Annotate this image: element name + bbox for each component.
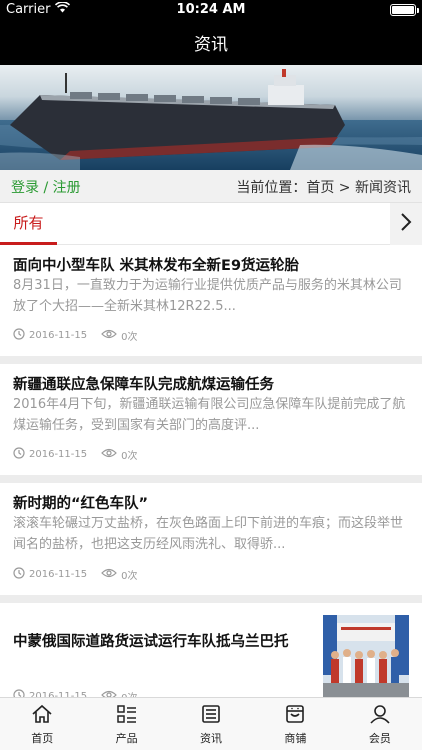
category-tabs: 所有: [0, 203, 422, 245]
eye-icon: [101, 690, 117, 697]
app-root: Carrier 10:24 AM 资讯 登录 / 注册 当前位置：首页 > 新闻…: [0, 0, 422, 750]
article-meta: 2016-11-15 0次: [13, 328, 138, 343]
tab-products-label: 产品: [115, 732, 138, 745]
tab-member[interactable]: 会员: [338, 698, 422, 750]
article-thumbnail: [323, 615, 409, 697]
page-title: 资讯: [194, 35, 228, 55]
tabs-more-button[interactable]: [390, 203, 422, 245]
article-summary: 滚滚车轮碾过万丈盐桥，在灰色路面上印下前进的车痕；而这段举世闻名的盐桥，也把这支…: [13, 516, 404, 552]
tab-shop[interactable]: 商铺: [253, 698, 337, 750]
clock-icon: [13, 447, 25, 462]
view-count: 0次: [121, 571, 138, 582]
banner-image: [0, 65, 422, 170]
auth-separator: /: [39, 180, 53, 196]
view-count: 0次: [121, 451, 138, 462]
article-meta: 2016-11-15 0次: [13, 447, 138, 462]
login-link[interactable]: 登录: [11, 180, 39, 196]
tab-news[interactable]: 资讯: [169, 698, 253, 750]
register-link[interactable]: 注册: [53, 180, 81, 196]
article-date: 2016-11-15: [29, 569, 88, 580]
clock: 10:24 AM: [176, 2, 246, 17]
home-icon: [31, 704, 53, 730]
article-views: 0次: [101, 689, 138, 697]
article-item[interactable]: 中蒙俄国际道路货运试运行车队抵乌兰巴托 2016-11-15: [0, 603, 422, 697]
tab-member-label: 会员: [368, 732, 391, 745]
article-title[interactable]: 面向中小型车队 米其林发布全新E9货运轮胎: [13, 254, 299, 275]
status-bar: Carrier 10:24 AM: [0, 0, 422, 20]
breadcrumb: 登录 / 注册 当前位置：首页 > 新闻资讯: [0, 170, 422, 203]
article-date: 2016-11-15: [29, 330, 88, 341]
article-item[interactable]: 新疆通联应急保障车队完成航煤运输任务 2016年4月下旬，新疆通联运输有限公司应…: [0, 364, 422, 483]
article-meta: 2016-11-15 0次: [13, 567, 138, 582]
article-item[interactable]: 新时期的“红色车队” 滚滚车轮碾过万丈盐桥，在灰色路面上印下前进的车痕；而这段举…: [0, 483, 422, 603]
chevron-right-icon: [400, 212, 412, 236]
tab-shop-label: 商铺: [284, 732, 307, 745]
article-item[interactable]: 面向中小型车队 米其林发布全新E9货运轮胎 8月31日，一直致力于为运输行业提供…: [0, 245, 422, 364]
article-date: 2016-11-15: [29, 449, 88, 460]
nav-bar: 资讯: [0, 20, 422, 65]
tab-all[interactable]: 所有: [0, 203, 57, 245]
eye-icon: [101, 448, 117, 461]
view-count: 0次: [121, 332, 138, 343]
clock-icon: [13, 689, 25, 697]
eye-icon: [101, 568, 117, 581]
article-meta: 2016-11-15 0次: [13, 689, 138, 697]
article-views: 0次: [101, 328, 138, 343]
member-icon: [369, 704, 391, 730]
auth-links: 登录 / 注册: [11, 177, 81, 197]
article-summary: 8月31日，一直致力于为运输行业提供优质产品与服务的米其林公司放了个大招——全新…: [13, 278, 402, 314]
battery-icon: [390, 4, 419, 16]
cargo-ship-illustration: [0, 69, 422, 170]
clock-icon: [13, 567, 25, 582]
tab-products[interactable]: 产品: [84, 698, 168, 750]
article-summary: 2016年4月下旬，新疆通联运输有限公司应急保障车队提前完成了航煤运输任务，受到…: [13, 397, 406, 433]
article-list: 面向中小型车队 米其林发布全新E9货运轮胎 8月31日，一直致力于为运输行业提供…: [0, 245, 422, 697]
clock-icon: [13, 328, 25, 343]
group-photo-illustration: [323, 615, 409, 697]
article-views: 0次: [101, 567, 138, 582]
bottom-tab-bar: 首页 产品 资讯 商铺 会员: [0, 697, 422, 750]
tab-home[interactable]: 首页: [0, 698, 84, 750]
shop-icon: [284, 704, 306, 730]
tab-news-label: 资讯: [200, 732, 223, 745]
article-views: 0次: [101, 447, 138, 462]
article-title[interactable]: 中蒙俄国际道路货运试运行车队抵乌兰巴托: [13, 630, 289, 651]
current-position: 当前位置：首页 > 新闻资讯: [236, 180, 411, 196]
article-title[interactable]: 新疆通联应急保障车队完成航煤运输任务: [13, 373, 274, 394]
product-grid-icon: [116, 704, 138, 730]
view-count: 0次: [121, 689, 137, 697]
article-title[interactable]: 新时期的“红色车队”: [13, 492, 148, 513]
tab-home-label: 首页: [31, 732, 54, 745]
news-icon: [200, 704, 222, 730]
eye-icon: [101, 329, 117, 342]
